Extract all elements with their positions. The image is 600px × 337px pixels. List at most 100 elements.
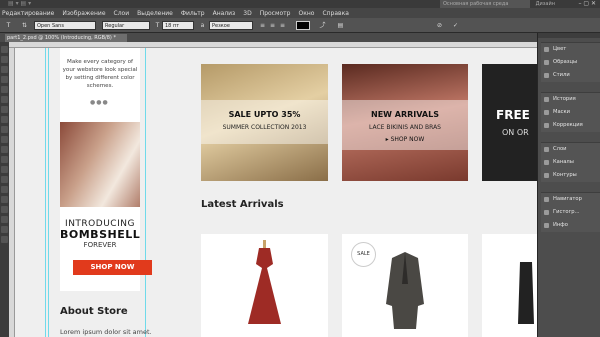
zoom-tool-icon[interactable] <box>1 236 8 243</box>
document-tabs: part1_2.psd @ 100% (Introducing, RGB/8) … <box>0 33 537 42</box>
banner-sale: SALE UPTO 35% SUMMER COLLECTION 2013 <box>201 64 328 181</box>
bombshell-photo <box>60 122 140 207</box>
warp-text-icon[interactable]: ⤴ <box>318 21 327 30</box>
commit-icon[interactable]: ✓ <box>451 21 460 30</box>
panel-dock: Цвет Образцы Стили История Маски Коррекц… <box>537 33 600 337</box>
antialias-icon: a <box>200 22 205 29</box>
bombshell-heading: BOMBSHELL <box>60 228 141 241</box>
panel-navigator[interactable]: Навигатор <box>541 193 600 206</box>
menu-filter[interactable]: Фильтр <box>181 10 205 17</box>
banner-title: SALE UPTO 35% <box>228 110 301 119</box>
move-tool-icon[interactable] <box>1 46 8 53</box>
panel-channels[interactable]: Каналы <box>541 156 600 169</box>
banner-overlay: SALE UPTO 35% SUMMER COLLECTION 2013 <box>201 100 328 144</box>
options-bar: T ⇅ Open Sans Regular T 18 пт a Резкое ≡… <box>0 18 600 33</box>
guide-line[interactable] <box>45 48 46 337</box>
panel-dock-grip[interactable] <box>538 33 600 38</box>
font-size-select[interactable]: 18 пт <box>162 21 194 30</box>
align-right-icon[interactable]: ≡ <box>278 21 287 30</box>
panel-group-navigator: Навигатор Гистогр... Инфо <box>541 192 600 232</box>
menu-analysis[interactable]: Анализ <box>213 10 236 17</box>
cancel-icon[interactable]: ⊘ <box>435 21 444 30</box>
font-family-select[interactable]: Open Sans <box>34 21 96 30</box>
character-panel-icon[interactable]: ▤ <box>336 21 345 30</box>
workspace-switcher[interactable]: Основная рабочая среда <box>440 0 530 8</box>
menu-image[interactable]: Изображение <box>62 10 105 17</box>
tools-panel <box>0 42 9 337</box>
banner-subtitle: LACE BIKINIS AND BRAS <box>368 124 441 131</box>
lasso-tool-icon[interactable] <box>1 66 8 73</box>
product-card[interactable] <box>482 234 537 337</box>
panel-layers[interactable]: Слои <box>541 143 600 156</box>
shape-tool-icon[interactable] <box>1 216 8 223</box>
align-left-icon[interactable]: ≡ <box>258 21 267 30</box>
forever-text: FOREVER <box>83 241 117 249</box>
menu-view[interactable]: Просмотр <box>260 10 291 17</box>
font-style-select[interactable]: Regular <box>102 21 150 30</box>
history-brush-tool-icon[interactable] <box>1 136 8 143</box>
panel-masks[interactable]: Маски <box>541 106 600 119</box>
clothing-image <box>518 262 534 324</box>
type-tool-icon[interactable] <box>1 196 8 203</box>
menu-layers[interactable]: Слои <box>114 10 130 17</box>
about-store-text: Lorem ipsum dolor sit amet. <box>60 328 152 336</box>
panel-paths[interactable]: Контуры <box>541 169 600 182</box>
gradient-tool-icon[interactable] <box>1 156 8 163</box>
panel-histogram[interactable]: Гистогр... <box>541 206 600 219</box>
eraser-tool-icon[interactable] <box>1 146 8 153</box>
banner-overlay: NEW ARRIVALS LACE BIKINIS AND BRAS ▸ SHO… <box>342 100 468 150</box>
banner-shop-link[interactable]: ▸ SHOP NOW <box>342 136 468 143</box>
carousel-dots: ●●● <box>90 99 109 106</box>
text-tool-icon[interactable]: T <box>4 21 13 30</box>
stamp-tool-icon[interactable] <box>1 126 8 133</box>
banner-title: NEW ARRIVALS <box>371 110 439 119</box>
healing-tool-icon[interactable] <box>1 106 8 113</box>
menu-select[interactable]: Выделение <box>137 10 173 17</box>
align-center-icon[interactable]: ≡ <box>268 21 277 30</box>
workspace-link[interactable]: Дизайн <box>536 0 555 8</box>
latest-arrivals-heading: Latest Arrivals <box>201 199 284 210</box>
menu-window[interactable]: Окно <box>298 10 314 17</box>
marquee-tool-icon[interactable] <box>1 56 8 63</box>
intro-text: Make every category of your webstore loo… <box>62 59 138 89</box>
text-color-swatch[interactable] <box>296 21 310 30</box>
product-card[interactable]: SALE <box>342 234 468 337</box>
window-controls[interactable]: – ▢ ✕ <box>578 0 596 8</box>
panel-info[interactable]: Инфо <box>541 219 600 232</box>
panel-swatches[interactable]: Образцы <box>541 56 600 69</box>
product-card[interactable] <box>201 234 328 337</box>
crop-tool-icon[interactable] <box>1 86 8 93</box>
font-size-icon: T <box>155 22 160 29</box>
menu-edit[interactable]: Редактирование <box>2 10 54 17</box>
banner-subtitle: SUMMER COLLECTION 2013 <box>222 124 307 131</box>
about-store-heading: About Store <box>60 306 128 317</box>
application-bar: ▤ ▾ ▤ ▾ Основная рабочая среда Дизайн – … <box>0 0 600 8</box>
menu-help[interactable]: Справка <box>322 10 348 17</box>
document-tab[interactable]: part1_2.psd @ 100% (Introducing, RGB/8) … <box>5 34 127 42</box>
document-canvas[interactable]: Make every category of your webstore loo… <box>15 48 537 337</box>
antialias-select[interactable]: Резкое <box>209 21 253 30</box>
dodge-tool-icon[interactable] <box>1 176 8 183</box>
path-select-tool-icon[interactable] <box>1 206 8 213</box>
dress-image <box>248 240 281 324</box>
panel-color[interactable]: Цвет <box>541 43 600 56</box>
promo-column: Make every category of your webstore loo… <box>60 48 140 291</box>
panel-history[interactable]: История <box>541 93 600 106</box>
panel-adjustments[interactable]: Коррекция <box>541 119 600 132</box>
banner-free: FREE ON OR <box>482 64 537 181</box>
hand-tool-icon[interactable] <box>1 226 8 233</box>
pen-tool-icon[interactable] <box>1 186 8 193</box>
panel-group-color: Цвет Образцы Стили <box>541 42 600 82</box>
orientation-icon[interactable]: ⇅ <box>20 21 29 30</box>
shop-now-button[interactable]: SHOP NOW <box>73 260 152 275</box>
menu-bar: Редактирование Изображение Слои Выделени… <box>0 8 600 18</box>
quick-select-tool-icon[interactable] <box>1 76 8 83</box>
menu-3d[interactable]: 3D <box>243 10 251 17</box>
guide-line[interactable] <box>48 48 49 337</box>
app-bar-icons[interactable]: ▤ ▾ ▤ ▾ <box>8 0 31 7</box>
panel-styles[interactable]: Стили <box>541 69 600 82</box>
eyedropper-tool-icon[interactable] <box>1 96 8 103</box>
guide-line[interactable] <box>145 48 146 337</box>
blur-tool-icon[interactable] <box>1 166 8 173</box>
brush-tool-icon[interactable] <box>1 116 8 123</box>
